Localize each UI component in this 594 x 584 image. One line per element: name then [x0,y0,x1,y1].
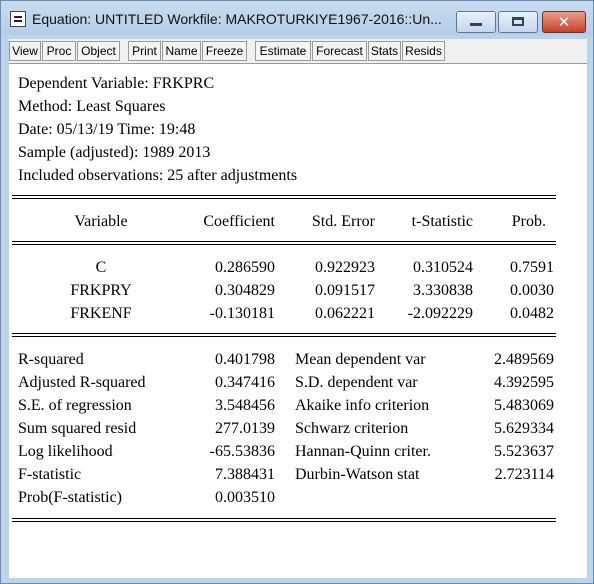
stat-value: 4.392595 [494,374,554,391]
stat-label: S.E. of regression [18,397,132,414]
print-button[interactable]: Print [128,41,161,61]
maximize-button[interactable] [498,11,538,33]
header-prob: Prob. [511,213,546,230]
equation-window: Equation: UNTITLED Workfile: MAKROTURKIY… [0,0,594,584]
stat-value: 0.401798 [215,351,275,368]
stat-value: 2.723114 [494,466,554,483]
rule [12,333,556,334]
resids-button[interactable]: Resids [402,41,445,61]
rule [12,241,556,242]
view-button[interactable]: View [9,41,41,61]
sample: Sample (adjusted): 1989 2013 [18,144,211,161]
dependent-variable: Dependent Variable: FRKPRC [18,75,215,92]
stat-label: S.D. dependent var [295,374,418,391]
forecast-button[interactable]: Forecast [312,41,367,61]
stat-value: 0.347416 [215,374,275,391]
stats-button[interactable]: Stats [368,41,401,61]
rule [12,195,556,196]
title-bar[interactable]: Equation: UNTITLED Workfile: MAKROTURKIY… [1,1,593,35]
toolbar: View Proc Object Print Name Freeze Estim… [9,39,587,63]
window-title: Equation: UNTITLED Workfile: MAKROTURKIY… [32,11,442,27]
rule [12,244,556,245]
stat-value: 0.003510 [215,489,275,506]
prob-value: 0.7591 [510,259,554,276]
rule [12,198,556,199]
t-statistic-value: 3.330838 [413,282,473,299]
stat-label: Durbin-Watson stat [295,466,420,483]
rule [12,521,556,522]
stat-label: R-squared [18,351,84,368]
header-std-error: Std. Error [311,213,375,230]
freeze-button[interactable]: Freeze [202,41,247,61]
stat-value: 3.548456 [215,397,275,414]
std-error-value: 0.091517 [315,282,375,299]
estimate-button[interactable]: Estimate [255,41,311,61]
proc-button[interactable]: Proc [42,41,76,61]
coefficient-value: -0.130181 [209,305,275,322]
variable-name: FRKENF [70,305,132,322]
stat-value: 5.629334 [494,420,554,437]
included-observations: Included observations: 25 after adjustme… [18,167,298,184]
prob-value: 0.0030 [510,282,554,299]
stat-value: -65.53836 [209,443,275,460]
object-button[interactable]: Object [77,41,120,61]
stat-value: 5.523637 [494,443,554,460]
rule [12,518,556,519]
header-t-statistic: t-Statistic [411,213,473,230]
stat-value: 7.388431 [215,466,275,483]
stat-label: Hannan-Quinn criter. [295,443,431,460]
t-statistic-value: 0.310524 [413,259,473,276]
stat-value: 2.489569 [494,351,554,368]
prob-value: 0.0482 [510,305,554,322]
stat-label: Schwarz criterion [295,420,409,437]
variable-name: C [95,259,107,276]
variable-name: FRKPRY [70,282,132,299]
stat-value: 277.0139 [215,420,275,437]
name-button[interactable]: Name [162,41,201,61]
estimation-output[interactable]: Dependent Variable: FRKPRC Method: Least… [9,63,587,578]
equation-window-icon[interactable] [10,11,26,27]
method: Method: Least Squares [18,98,166,115]
stat-label: Akaike info criterion [295,397,430,414]
date-time: Date: 05/13/19 Time: 19:48 [18,121,196,138]
stat-label: F-statistic [18,466,82,483]
rule [12,336,556,337]
close-icon: ✕ [557,13,571,31]
coefficient-value: 0.286590 [215,259,275,276]
t-statistic-value: -2.092229 [407,305,473,322]
stat-label: Prob(F-statistic) [18,489,122,506]
stat-label: Sum squared resid [18,420,137,437]
close-button[interactable]: ✕ [542,11,586,33]
coefficient-value: 0.304829 [215,282,275,299]
header-coefficient: Coefficient [203,213,275,230]
minimize-button[interactable] [456,11,496,33]
stat-label: Adjusted R-squared [18,374,146,391]
std-error-value: 0.922923 [315,259,375,276]
header-variable: Variable [74,213,128,230]
std-error-value: 0.062221 [315,305,375,322]
stat-label: Log likelihood [18,443,113,460]
stat-value: 5.483069 [494,397,554,414]
stat-label: Mean dependent var [295,351,426,368]
